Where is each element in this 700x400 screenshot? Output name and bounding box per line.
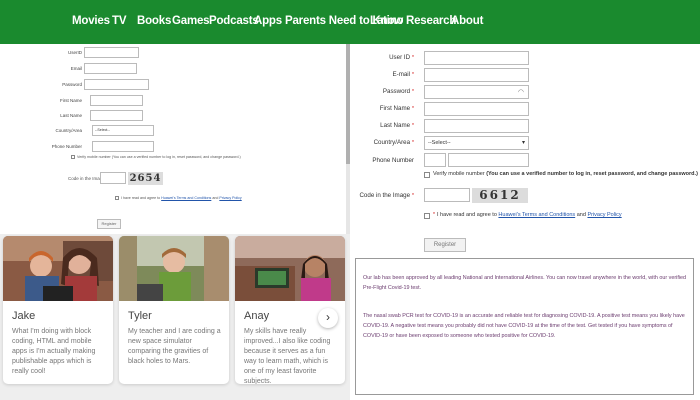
privacy-link[interactable]: Privacy Policy — [587, 212, 621, 218]
nav-podcasts[interactable]: Podcasts — [209, 15, 259, 27]
testimonial-card-tyler[interactable]: Tyler My teacher and I are coding a new … — [119, 236, 229, 384]
password-label: Password * — [382, 88, 414, 95]
info-paragraph-approval: Our lab has been approved by all leading… — [363, 275, 687, 291]
captcha-image: 6612 — [472, 188, 528, 203]
code-image-label: Code in the Image * — [359, 192, 414, 199]
phone-number-input[interactable] — [448, 153, 529, 167]
left-privacy-link[interactable]: Privacy Policy — [219, 196, 241, 200]
terms-link[interactable]: Huawei's Terms and Conditions — [498, 212, 575, 218]
chevron-right-icon: › — [326, 310, 330, 324]
nav-about[interactable]: About — [451, 15, 483, 27]
chevron-down-icon: ▾ — [521, 140, 525, 146]
eye-off-icon[interactable]: ◠ — [518, 88, 524, 96]
left-country-label: Country/Area — [55, 128, 82, 133]
card-name-jake: Jake — [12, 310, 36, 322]
left-firstname-input[interactable] — [90, 95, 143, 106]
left-phone-input[interactable] — [92, 141, 154, 152]
left-email-label: Email — [70, 66, 82, 71]
verify-mobile-prefix: Verify mobile number — [433, 171, 485, 177]
left-phone-row: Phone Number — [0, 141, 350, 153]
left-userid-input[interactable] — [84, 47, 139, 58]
left-agree-and: and — [212, 196, 219, 200]
left-code-input[interactable] — [100, 172, 126, 184]
card-text-anay: My skills have really improved...I also … — [244, 328, 331, 384]
first-name-label: First Name * — [379, 105, 414, 112]
email-label: E-mail * — [392, 71, 415, 78]
jake-photo — [3, 236, 113, 301]
card-text-jake: What I'm doing with block coding, HTML a… — [12, 328, 96, 375]
left-register-button[interactable]: Register — [97, 219, 121, 229]
country-select-value: --Select-- — [428, 140, 451, 146]
nav-games[interactable]: Games — [172, 15, 210, 27]
agree-terms-checkbox[interactable] — [424, 213, 430, 219]
left-agree-text: I have read and agree to Huawei's Terms … — [121, 196, 242, 200]
password-input[interactable]: ◠ — [424, 85, 529, 99]
first-name-input[interactable] — [424, 102, 529, 116]
phone-prefix-input[interactable] — [424, 153, 446, 167]
top-nav: Movies TV Books Games Podcasts Apps Pare… — [0, 0, 700, 44]
nav-movies[interactable]: Movies — [72, 15, 110, 27]
agree-prefix: I have read and agree to — [436, 212, 497, 218]
email-input[interactable] — [424, 68, 529, 82]
nav-latino[interactable]: Latino — [370, 15, 403, 27]
left-agree-prefix: I have read and agree to — [121, 196, 161, 200]
agree-and: and — [576, 212, 586, 218]
left-email-input[interactable] — [84, 63, 137, 74]
left-country-select[interactable]: --Select-- — [92, 125, 154, 136]
nav-research[interactable]: Research — [406, 15, 456, 27]
left-agree-checkbox[interactable] — [115, 196, 119, 200]
tyler-photo — [119, 236, 229, 301]
left-firstname-label: First Name — [59, 98, 82, 103]
info-paragraph-pcr: The nasal swab PCR test for COVID-19 is … — [363, 313, 685, 339]
left-firstname-row: First Name — [0, 95, 350, 107]
last-name-label: Last Name * — [380, 122, 414, 129]
left-terms-link[interactable]: Huawei's Terms and Conditions — [161, 196, 211, 200]
agree-terms-text: * I have read and agree to Huawei's Terms… — [433, 212, 622, 218]
left-userid-row: UserID — [0, 47, 350, 59]
user-id-input[interactable] — [424, 51, 529, 65]
card-name-tyler: Tyler — [128, 310, 152, 322]
left-verify-checkbox[interactable] — [71, 155, 75, 159]
carousel-next-button[interactable]: › — [318, 308, 338, 328]
left-lastname-label: Last Name — [60, 113, 82, 118]
left-verify-note: Verify mobile number (You can use a veri… — [77, 155, 241, 159]
country-label: Country/Area * — [373, 139, 414, 146]
register-button[interactable]: Register — [424, 238, 466, 252]
verify-mobile-detail: (You can use a verified number to log in… — [486, 171, 698, 177]
left-captcha-image: 2654 — [128, 172, 163, 185]
left-country-row: Country/Area --Select-- — [0, 125, 350, 137]
left-lastname-input[interactable] — [90, 110, 143, 121]
left-password-input[interactable] — [84, 79, 149, 90]
last-name-input[interactable] — [424, 119, 529, 133]
left-phone-label: Phone Number — [51, 144, 82, 149]
country-select[interactable]: --Select-- ▾ — [424, 136, 529, 150]
verify-mobile-text: Verify mobile number (You can use a veri… — [433, 171, 698, 177]
left-email-row: Email — [0, 63, 350, 75]
covid-info-box: Our lab has been approved by all leading… — [355, 258, 694, 395]
left-lastname-row: Last Name — [0, 110, 350, 122]
nav-books[interactable]: Books — [137, 15, 171, 27]
verify-mobile-checkbox[interactable] — [424, 172, 430, 178]
left-userid-label: UserID — [67, 50, 82, 55]
card-text-tyler: My teacher and I are coding a new space … — [128, 328, 221, 365]
user-id-label: User ID * — [389, 54, 414, 61]
left-password-row: Password — [0, 79, 350, 91]
testimonial-card-jake[interactable]: Jake What I'm doing with block coding, H… — [3, 236, 113, 384]
phone-label: Phone Number — [372, 157, 414, 164]
code-image-input[interactable] — [424, 188, 470, 202]
nav-tv[interactable]: TV — [112, 15, 127, 27]
anay-photo — [235, 236, 345, 301]
left-password-label: Password — [62, 82, 82, 87]
nav-apps[interactable]: Apps — [254, 15, 282, 27]
